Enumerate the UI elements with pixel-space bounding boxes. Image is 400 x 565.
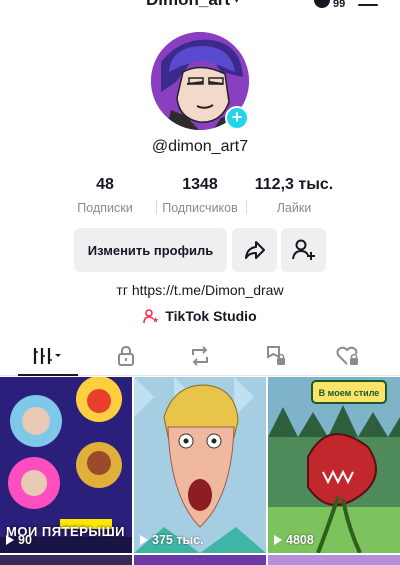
play-icon bbox=[140, 535, 148, 545]
username-switcher[interactable]: Dimon_art ▾ bbox=[146, 0, 239, 10]
stat-likes-value: 112,3 тыс. bbox=[254, 176, 334, 193]
stat-following-value: 48 bbox=[96, 176, 114, 193]
menu-icon[interactable] bbox=[358, 0, 378, 6]
repost-icon bbox=[192, 346, 208, 366]
view-count: 90 bbox=[6, 533, 32, 547]
tiktok-studio-link[interactable]: TikTok Studio bbox=[0, 308, 400, 324]
edit-profile-button[interactable]: Изменить профиль bbox=[74, 228, 227, 272]
active-tab-indicator bbox=[18, 374, 78, 376]
tab-videos[interactable] bbox=[8, 336, 88, 376]
studio-label: TikTok Studio bbox=[165, 308, 257, 324]
profile-handle: @dimon_art7 bbox=[151, 138, 249, 155]
stat-following[interactable]: 48 Подписки bbox=[72, 176, 138, 215]
grid-icon bbox=[33, 348, 61, 364]
add-friend-button[interactable] bbox=[281, 228, 326, 272]
stat-followers[interactable]: 1348 Подписчиков bbox=[156, 176, 244, 215]
chevron-down-icon: ▾ bbox=[234, 0, 240, 6]
add-avatar-button[interactable]: + bbox=[225, 106, 249, 130]
view-count-value: 375 тыс. bbox=[152, 533, 204, 547]
video-thumbnail[interactable] bbox=[0, 555, 132, 565]
video-grid: МОИ ПЯТЕРЫШИ 90 375 тыс. В моем стиле 48… bbox=[0, 377, 400, 565]
play-icon bbox=[6, 535, 14, 545]
top-bar: Dimon_art ▾ 99 bbox=[0, 0, 400, 12]
video-thumbnail[interactable]: В моем стиле 4808 bbox=[268, 377, 400, 553]
notification-count: 99 bbox=[333, 0, 346, 10]
bookmark-lock-icon bbox=[267, 346, 285, 365]
notification-icon bbox=[314, 0, 330, 8]
view-count-value: 4808 bbox=[286, 533, 314, 547]
notifications-button[interactable]: 99 bbox=[314, 0, 345, 10]
studio-icon bbox=[143, 309, 159, 324]
stat-likes-label: Лайки bbox=[276, 201, 312, 215]
video-thumbnail[interactable]: 375 тыс. bbox=[134, 377, 266, 553]
share-icon bbox=[244, 241, 265, 259]
share-profile-button[interactable] bbox=[232, 228, 277, 272]
tab-private[interactable] bbox=[86, 336, 166, 376]
stat-divider bbox=[246, 200, 247, 214]
view-count-value: 90 bbox=[18, 533, 32, 547]
view-count: 4808 bbox=[274, 533, 314, 547]
video-thumbnail[interactable]: МОИ ПЯТЕРЫШИ 90 bbox=[0, 377, 132, 553]
lock-icon bbox=[118, 346, 134, 366]
tab-liked[interactable] bbox=[308, 336, 388, 376]
heart-lock-icon bbox=[336, 346, 358, 365]
username-label: Dimon_art bbox=[146, 0, 230, 10]
profile-bio[interactable]: тг https://t.me/Dimon_draw bbox=[0, 282, 400, 298]
stat-followers-label: Подписчиков bbox=[162, 201, 238, 215]
stat-likes[interactable]: 112,3 тыс. Лайки bbox=[250, 176, 338, 215]
stat-following-label: Подписки bbox=[77, 201, 133, 215]
content-tabs bbox=[0, 336, 400, 376]
video-thumbnail[interactable] bbox=[268, 555, 400, 565]
tab-favorites[interactable] bbox=[236, 336, 316, 376]
tab-reposts[interactable] bbox=[160, 336, 240, 376]
view-count: 375 тыс. bbox=[140, 533, 204, 547]
add-user-icon bbox=[291, 239, 315, 260]
video-thumbnail[interactable] bbox=[134, 555, 266, 565]
play-icon bbox=[274, 535, 282, 545]
stat-followers-value: 1348 bbox=[182, 176, 218, 193]
video-caption: В моем стиле bbox=[319, 388, 380, 398]
